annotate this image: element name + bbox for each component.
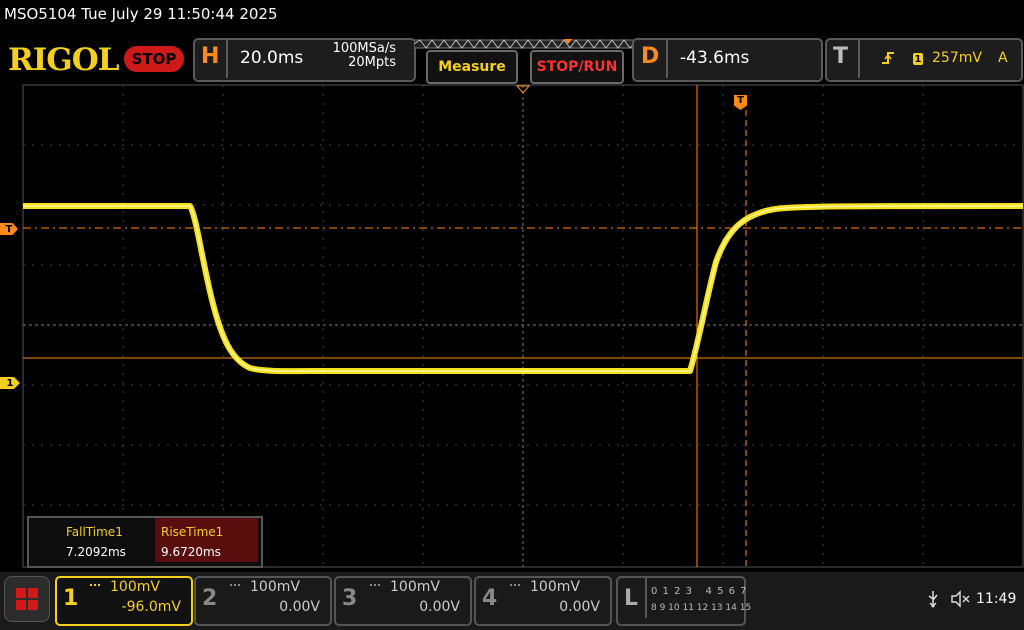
channel2-offset: 0.00V <box>279 599 320 615</box>
divider <box>645 578 647 618</box>
dc-coupling-icon <box>90 584 100 588</box>
grid-menu-icon <box>16 588 38 610</box>
channel3-number: 3 <box>342 586 358 611</box>
waveform-display[interactable] <box>0 0 1024 570</box>
dc-coupling-icon <box>230 584 240 588</box>
dc-coupling-icon <box>510 584 520 588</box>
channel1-scale: 100mV <box>110 579 160 595</box>
channel4-number: 4 <box>482 586 498 611</box>
logic-letter: L <box>624 586 639 611</box>
channel3-scale: 100mV <box>390 579 440 595</box>
main-menu-button[interactable] <box>4 576 50 622</box>
usb-icon <box>928 591 938 608</box>
channel4-offset: 0.00V <box>559 599 600 615</box>
channel1-offset: -96.0mV <box>121 599 181 615</box>
fall-time-label[interactable]: FallTime1 <box>66 525 123 539</box>
dc-coupling-icon <box>370 584 380 588</box>
channel4-scale: 100mV <box>530 579 580 595</box>
rise-time-label[interactable]: RiseTime1 <box>161 525 223 539</box>
rise-time-value: 9.6720ms <box>161 545 221 559</box>
channel3-offset: 0.00V <box>419 599 460 615</box>
channel1-number: 1 <box>63 586 79 611</box>
logic-channels-row1: 0 1 2 3 4 5 6 7 <box>651 586 748 597</box>
logic-channels-row2: 8 9 10 11 12 13 14 15 <box>651 603 752 613</box>
speaker-muted-icon[interactable] <box>950 590 970 608</box>
channel2-number: 2 <box>202 586 218 611</box>
channel2-scale: 100mV <box>250 579 300 595</box>
fall-time-value: 7.2092ms <box>66 545 126 559</box>
system-clock: 11:49 <box>976 591 1017 607</box>
